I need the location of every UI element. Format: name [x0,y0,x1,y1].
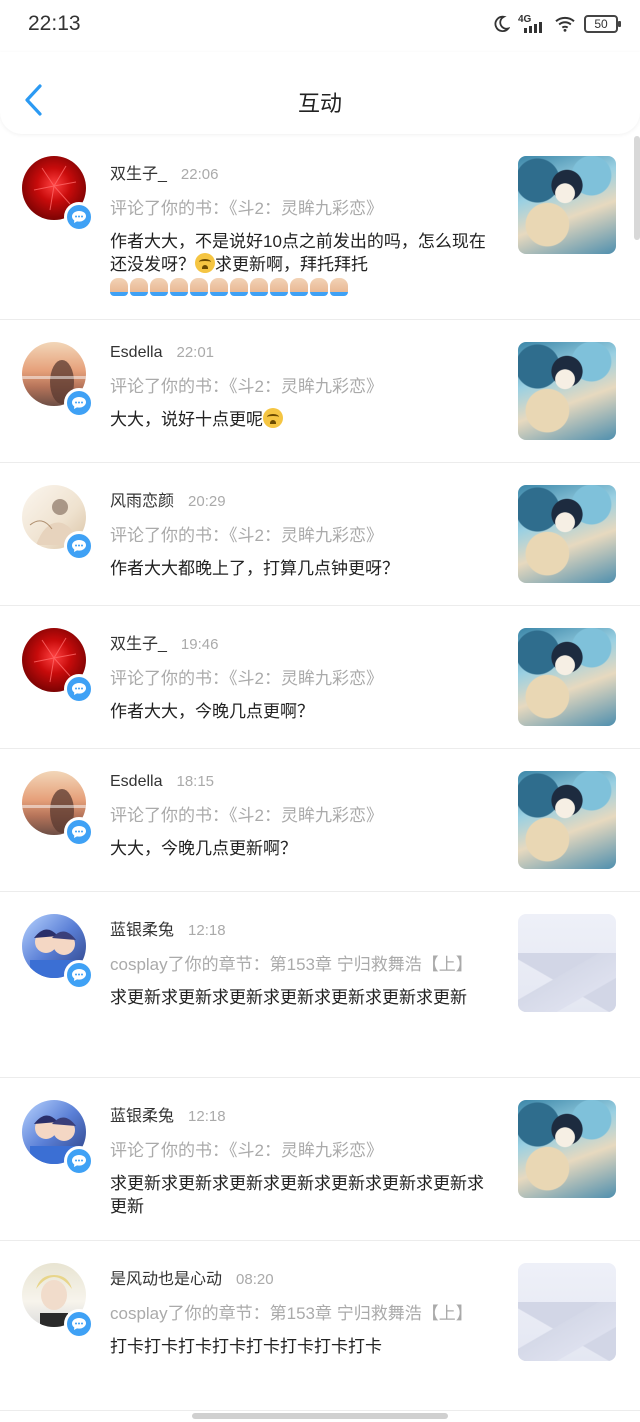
comment-text: 大大，说好十点更呢 [110,408,490,431]
username[interactable]: Esdella [110,344,162,362]
reference-text[interactable]: 评论了你的书：《斗2：灵眸九彩恋》 [110,668,490,690]
comment-text: 求更新求更新求更新求更新求更新求更新求更新求更新 [110,1174,484,1216]
status-time: 22:13 [28,12,81,35]
avatar[interactable] [22,156,94,232]
wifi-icon [555,16,575,32]
book-cover-thumbnail[interactable] [518,156,616,254]
battery-icon: 50 [584,15,621,33]
book-cover-thumbnail[interactable] [518,485,616,583]
timestamp: 19:46 [180,636,219,653]
reference-text[interactable]: cosplay了你的章节：第153章 宁归救舞浩【上】 [110,1303,490,1325]
avatar[interactable] [22,628,94,704]
cellular-signal-icon: 4G [518,14,546,34]
comment-text: 作者大大都晚上了，打算几点钟更呀？ [110,559,399,578]
comment-text: 作者大大，不是说好10点之前发出的吗，怎么现在还没发呀？ 求更新啊，拜托拜托 [110,230,490,276]
placeholder-thumbnail[interactable] [518,914,616,1012]
comment-badge-icon [64,388,94,418]
moon-icon [494,15,510,33]
timestamp: 22:01 [176,344,215,361]
reference-text[interactable]: 评论了你的书：《斗2：灵眸九彩恋》 [110,805,490,827]
username[interactable]: Esdella [110,773,162,791]
comment-badge-icon [64,1309,94,1339]
status-icons: 4G 50 [492,14,621,34]
comment-badge-icon [64,960,94,990]
avatar[interactable] [22,1100,94,1176]
username[interactable]: 蓝银柔兔 [110,916,174,940]
username[interactable]: 风雨恋颜 [110,487,174,511]
list-item[interactable]: Esdella 18:15 评论了你的书：《斗2：灵眸九彩恋》 大大，今晚几点更新… [0,749,640,892]
crying-emoji-icon [195,253,215,273]
list-item[interactable]: 双生子_ 19:46 评论了你的书：《斗2：灵眸九彩恋》 作者大大，今晚几点更啊？ [0,606,640,749]
username[interactable]: 双生子_ [110,160,167,184]
home-indicator[interactable] [192,1413,448,1419]
praying-hands-emoji-row [110,278,490,296]
reference-text[interactable]: cosplay了你的章节：第153章 宁归救舞浩【上】 [110,954,490,976]
comment-badge-icon [64,531,94,561]
status-bar: 22:13 4G 50 [0,0,640,52]
comment-text: 打卡打卡打卡打卡打卡打卡打卡打卡 [110,1337,382,1356]
comment-tail: 求更新啊，拜托拜托 [215,255,368,274]
avatar[interactable] [22,342,94,418]
book-cover-thumbnail[interactable] [518,1100,616,1198]
timestamp: 12:18 [188,1108,226,1125]
reference-text[interactable]: 评论了你的书：《斗2：灵眸九彩恋》 [110,198,490,220]
avatar[interactable] [22,1263,94,1339]
interaction-list: 双生子_ 22:06 评论了你的书：《斗2：灵眸九彩恋》 作者大大，不是说好10点… [0,134,640,1411]
reference-text[interactable]: 评论了你的书：《斗2：灵眸九彩恋》 [110,1140,490,1162]
page-title: 互动 [297,91,342,116]
comment-body: 大大，说好十点更呢 [110,410,263,429]
comment-badge-icon [64,817,94,847]
book-cover-thumbnail[interactable] [518,342,616,440]
comment-badge-icon [64,674,94,704]
timestamp: 08:20 [236,1271,274,1288]
timestamp: 20:29 [188,493,226,510]
timestamp: 22:06 [180,166,219,183]
comment-text: 作者大大，今晚几点更啊？ [110,702,314,721]
comment-text: 求更新求更新求更新求更新求更新求更新求更新 [110,988,467,1007]
placeholder-thumbnail[interactable] [518,1263,616,1361]
battery-level: 50 [594,17,608,31]
list-item[interactable]: 双生子_ 22:06 评论了你的书：《斗2：灵眸九彩恋》 作者大大，不是说好10点… [0,134,640,320]
username[interactable]: 蓝银柔兔 [110,1102,174,1126]
list-item[interactable]: 风雨恋颜 20:29 评论了你的书：《斗2：灵眸九彩恋》 作者大大都晚上了，打算几… [0,463,640,606]
scrollbar[interactable] [634,136,640,240]
comment-badge-icon [64,1146,94,1176]
avatar[interactable] [22,485,94,561]
reference-text[interactable]: 评论了你的书：《斗2：灵眸九彩恋》 [110,376,490,398]
list-item[interactable]: 是风动也是心动 08:20 cosplay了你的章节：第153章 宁归救舞浩【上】… [0,1241,640,1411]
avatar[interactable] [22,914,94,990]
list-item[interactable]: 蓝银柔兔 12:18 cosplay了你的章节：第153章 宁归救舞浩【上】 求更… [0,892,640,1078]
avatar[interactable] [22,771,94,847]
comment-badge-icon [64,202,94,232]
timestamp: 18:15 [176,773,215,790]
timestamp: 12:18 [188,922,226,939]
username[interactable]: 是风动也是心动 [110,1265,222,1289]
crying-emoji-icon [263,408,283,428]
nav-bar: 互动 [0,52,640,134]
comment-text: 大大，今晚几点更新啊？ [110,839,297,858]
list-item[interactable]: Esdella 22:01 评论了你的书：《斗2：灵眸九彩恋》 大大，说好十点更呢 [0,320,640,463]
book-cover-thumbnail[interactable] [518,628,616,726]
username[interactable]: 双生子_ [110,630,167,654]
reference-text[interactable]: 评论了你的书：《斗2：灵眸九彩恋》 [110,525,490,547]
list-item[interactable]: 蓝银柔兔 12:18 评论了你的书：《斗2：灵眸九彩恋》 求更新求更新求更新求更新… [0,1078,640,1241]
book-cover-thumbnail[interactable] [518,771,616,869]
